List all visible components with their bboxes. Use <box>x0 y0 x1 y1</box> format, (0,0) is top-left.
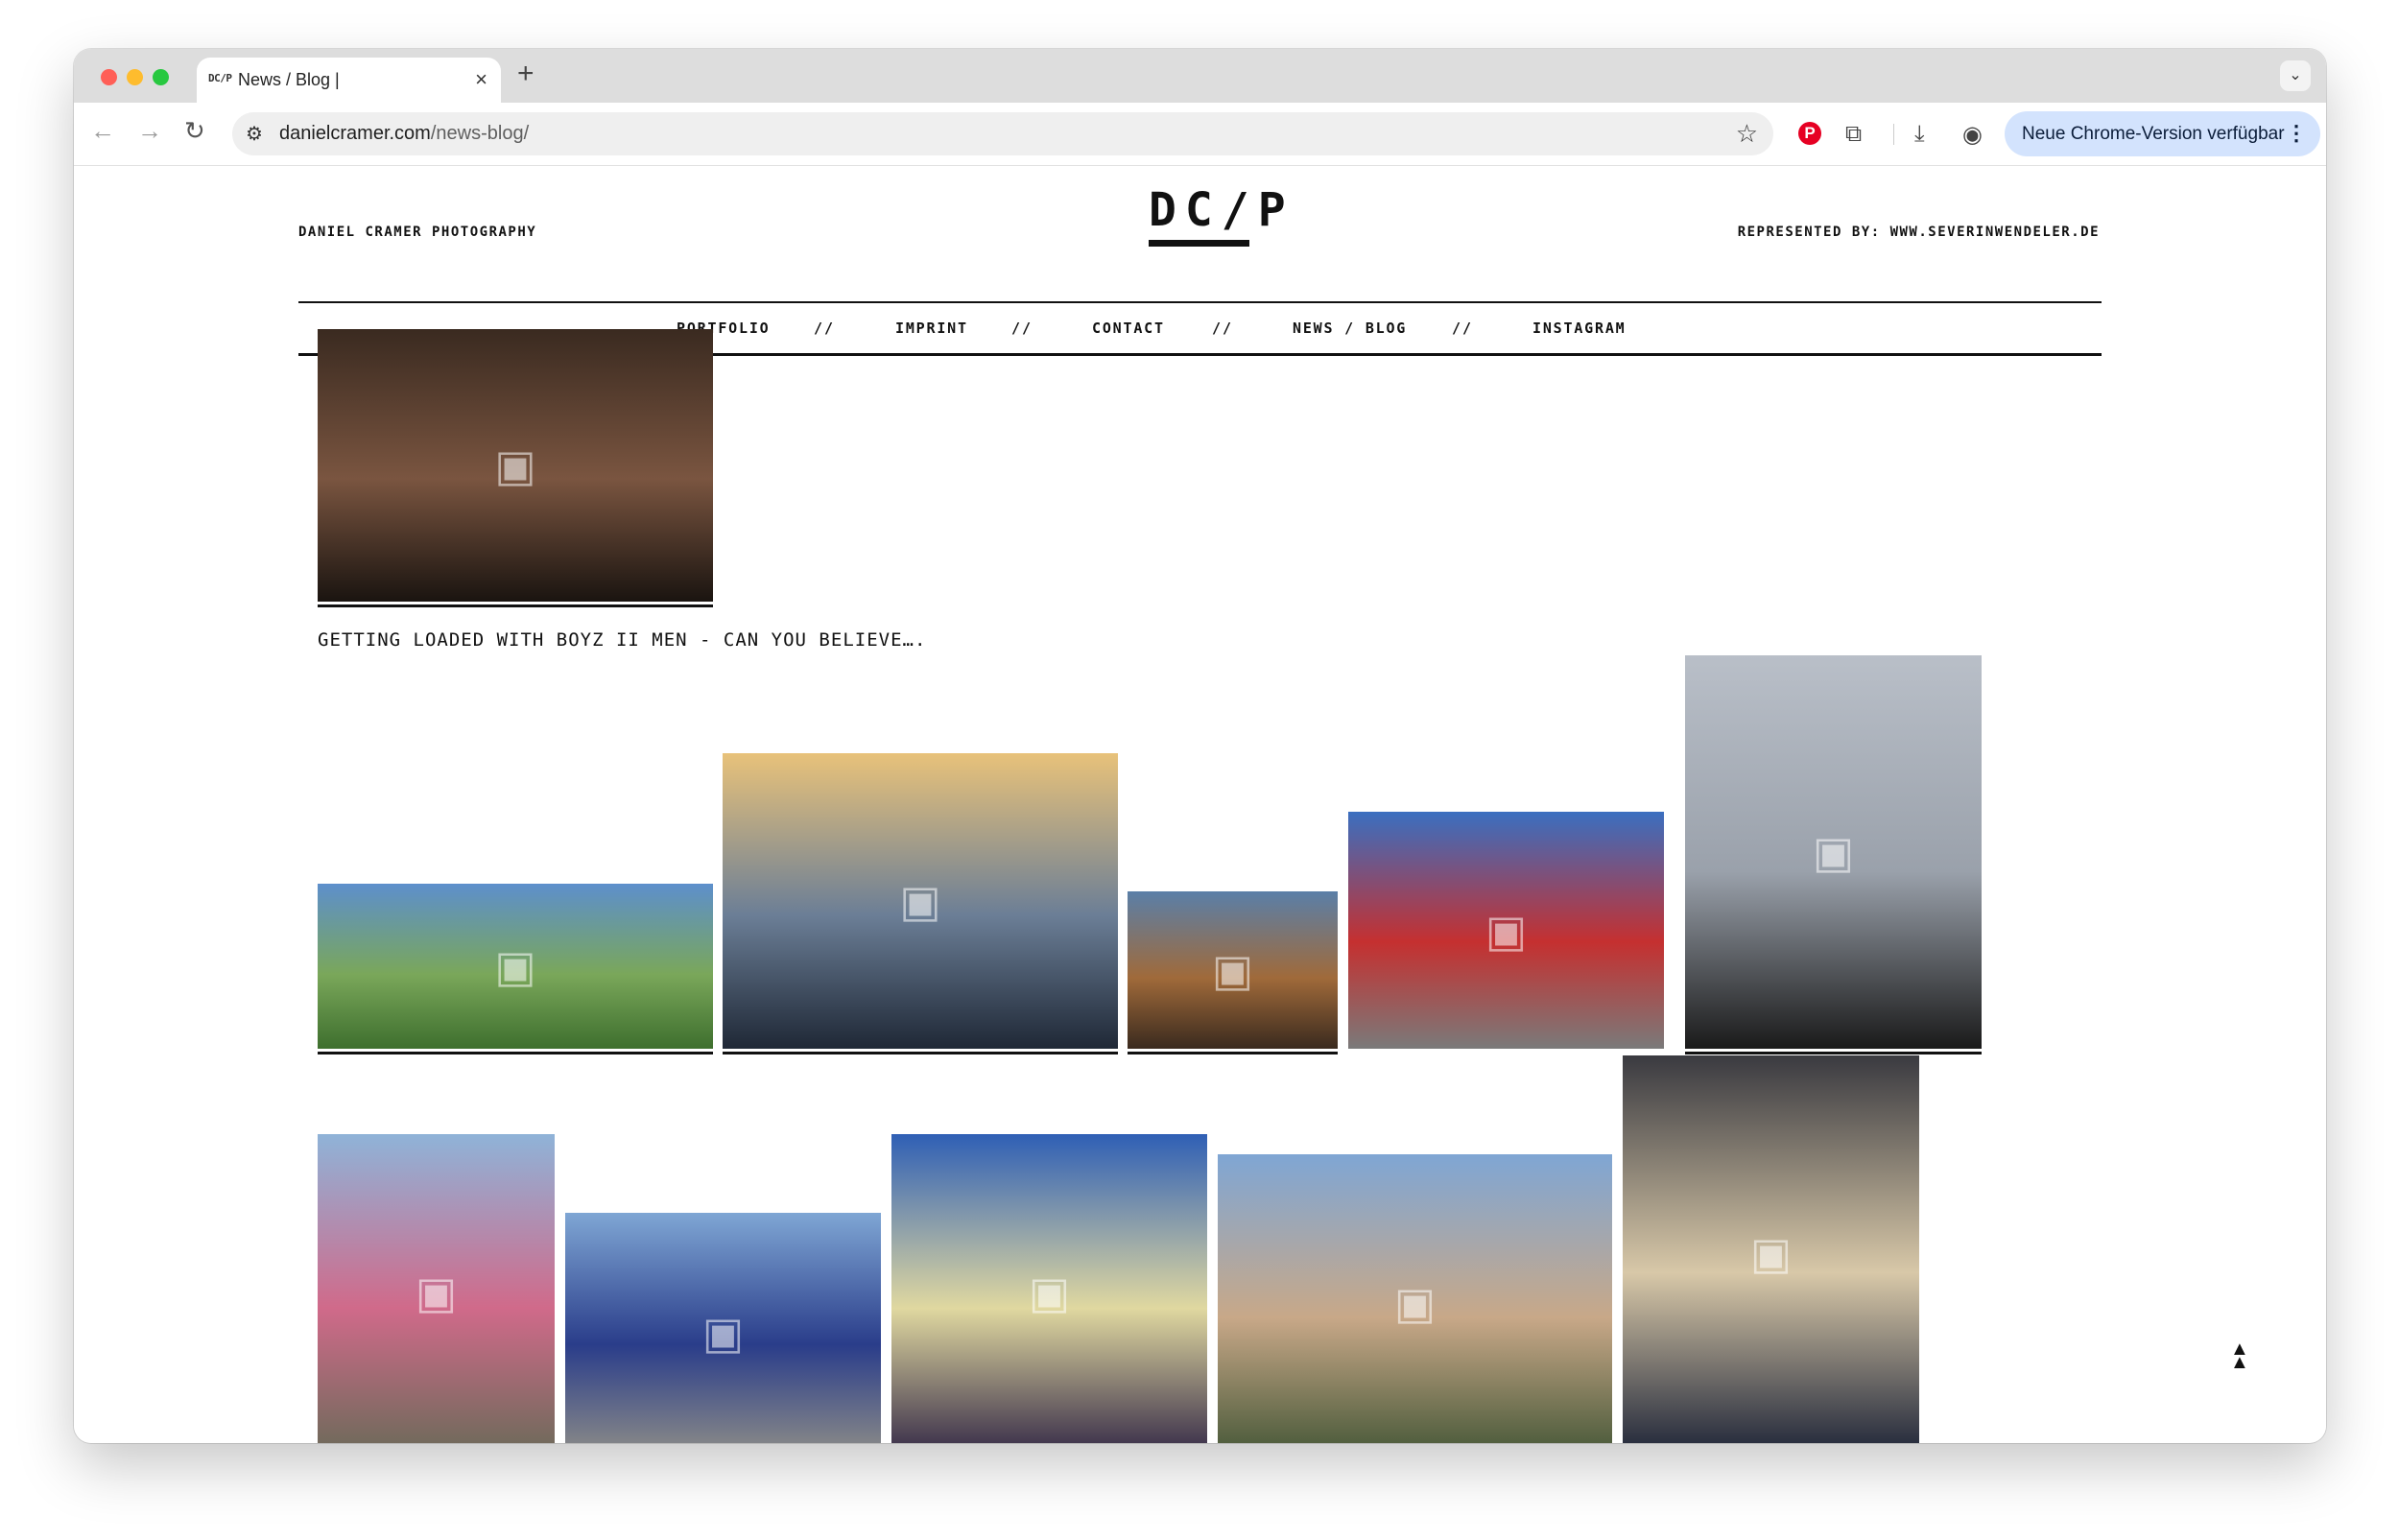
back-arrow-icon[interactable]: ← <box>90 116 115 146</box>
browser-window: DC/P News / Blog | × + ⌄ ← → ↻ ⚙ danielc… <box>74 49 2326 1443</box>
update-label: Neue Chrome-Version verfügbar <box>2022 124 2285 144</box>
chrome-update-button[interactable]: Neue Chrome-Version verfügbar ⋮ <box>2005 111 2320 156</box>
post-photo[interactable]: ▣ <box>1348 812 1664 1049</box>
tab-favicon-icon: DC/P <box>208 72 232 84</box>
post-photo[interactable]: ▣ <box>565 1213 881 1443</box>
image-icon: ▣ <box>1211 945 1254 995</box>
post-photo[interactable]: ▣ <box>891 1134 1207 1443</box>
nav-imprint[interactable]: IMPRINT <box>895 320 968 337</box>
photo-underline <box>723 1052 1118 1054</box>
image-icon: ▣ <box>1485 905 1528 956</box>
browser-toolbar: ← → ↻ ⚙ danielcramer.com/news-blog/ ☆ P … <box>74 103 2326 166</box>
logo-underline <box>1149 240 1249 247</box>
image-icon: ▣ <box>899 876 941 926</box>
post-caption[interactable]: GETTING LOADED WITH BOYZ II MEN - CAN YO… <box>318 629 926 651</box>
scroll-to-top-button[interactable]: ▲ ▲ <box>2230 1339 2249 1372</box>
bookmark-star-icon[interactable]: ☆ <box>1736 119 1758 149</box>
download-icon[interactable]: ⤓ <box>1914 121 1925 148</box>
nav-contact[interactable]: CONTACT <box>1092 320 1165 337</box>
nav-news-blog[interactable]: NEWS / BLOG <box>1293 320 1407 337</box>
extensions-puzzle-icon[interactable]: ⧉ <box>1845 121 1862 148</box>
post-photo[interactable]: ▣ <box>318 1134 555 1443</box>
post-photo[interactable]: ▣ <box>723 753 1118 1049</box>
toolbar-divider <box>1893 124 1894 145</box>
pinterest-extension-icon[interactable]: P <box>1798 122 1821 145</box>
arrow-up-icon: ▲ <box>2230 1352 2249 1373</box>
nav-top-rule <box>298 301 2102 303</box>
address-bar[interactable]: ⚙ danielcramer.com/news-blog/ ☆ <box>232 112 1773 155</box>
post-photo[interactable]: ▣ <box>1685 655 1982 1049</box>
tab-title: News / Blog | <box>238 70 340 89</box>
photo-underline <box>318 1052 713 1054</box>
nav-separator: // <box>1011 320 1033 337</box>
kebab-menu-icon[interactable]: ⋮ <box>2286 121 2307 146</box>
tab-strip: DC/P News / Blog | × + ⌄ <box>74 49 2326 103</box>
image-icon: ▣ <box>494 440 536 490</box>
image-icon: ▣ <box>415 1268 458 1317</box>
site-info-icon[interactable]: ⚙ <box>246 122 263 146</box>
url-host: danielcramer.com <box>279 123 431 144</box>
post-photo[interactable]: ▣ <box>1623 1055 1919 1443</box>
image-icon: ▣ <box>1812 827 1855 877</box>
post-photo[interactable]: ▣ <box>1128 891 1338 1049</box>
profile-icon[interactable]: ◉ <box>1962 121 1983 149</box>
minimize-window-button[interactable] <box>127 69 143 85</box>
photographer-name[interactable]: DANIEL CRAMER PHOTOGRAPHY <box>298 225 536 240</box>
photo-underline <box>318 604 713 607</box>
image-icon: ▣ <box>1749 1228 1793 1278</box>
photo-underline <box>1128 1052 1338 1054</box>
nav-separator: // <box>1212 320 1234 337</box>
post-photo[interactable]: ▣ <box>318 329 713 602</box>
close-window-button[interactable] <box>101 69 117 85</box>
site-logo[interactable]: DC/P <box>1149 183 1295 237</box>
representation-link[interactable]: REPRESENTED BY: WWW.SEVERINWENDELER.DE <box>1738 225 2100 240</box>
reload-icon[interactable]: ↻ <box>184 116 205 146</box>
url-text[interactable]: danielcramer.com/news-blog/ <box>279 123 529 145</box>
new-tab-button[interactable]: + <box>517 58 534 90</box>
forward-arrow-icon[interactable]: → <box>137 116 162 146</box>
image-icon: ▣ <box>701 1308 745 1358</box>
nav-instagram[interactable]: INSTAGRAM <box>1532 320 1626 337</box>
photo-underline <box>1685 1052 1982 1054</box>
post-photo[interactable]: ▣ <box>318 884 713 1049</box>
post-photo[interactable]: ▣ <box>1218 1154 1612 1443</box>
image-icon: ▣ <box>1393 1278 1437 1328</box>
nav-separator: // <box>1452 320 1474 337</box>
image-icon: ▣ <box>1028 1268 1071 1317</box>
image-icon: ▣ <box>494 941 536 991</box>
maximize-window-button[interactable] <box>153 69 169 85</box>
tab-search-button[interactable]: ⌄ <box>2280 60 2311 91</box>
url-path: /news-blog/ <box>430 123 530 144</box>
nav-separator: // <box>814 320 836 337</box>
tab-close-icon[interactable]: × <box>475 67 487 92</box>
tab-news-blog[interactable]: DC/P News / Blog | × <box>197 58 501 103</box>
page-content: DANIEL CRAMER PHOTOGRAPHY DC/P REPRESENT… <box>74 166 2326 1443</box>
